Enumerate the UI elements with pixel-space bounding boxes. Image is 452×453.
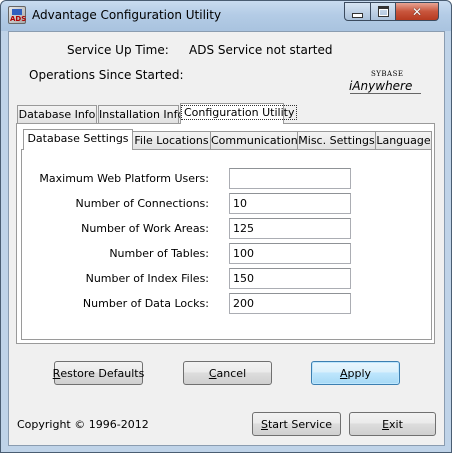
connections-field[interactable] (229, 193, 351, 214)
tab-communications[interactable]: Communications (210, 131, 303, 150)
window-title: Advantage Configuration Utility (32, 8, 222, 22)
close-button[interactable] (395, 2, 439, 21)
service-up-time-label: Service Up Time: (67, 43, 169, 57)
sybase-logo-text: SYBASE (371, 70, 404, 78)
work-areas-field[interactable] (229, 218, 351, 239)
service-up-time-value: ADS Service not started (189, 43, 333, 57)
index-files-field[interactable] (229, 268, 351, 289)
cancel-button[interactable]: Cancel (183, 361, 272, 385)
max-web-users-label: Maximum Web Platform Users: (39, 172, 209, 185)
app-icon[interactable]: ADS (8, 6, 26, 24)
tables-label: Number of Tables: (109, 247, 209, 260)
tab-file-locations[interactable]: File Locations (132, 131, 211, 150)
start-service-button[interactable]: Start Service (252, 412, 341, 436)
work-areas-label: Number of Work Areas: (81, 222, 209, 235)
tab-database-settings[interactable]: Database Settings (23, 129, 133, 150)
title-bar[interactable]: ADS Advantage Configuration Utility (1, 1, 451, 31)
tables-field[interactable] (229, 243, 351, 264)
app-window: ADS Advantage Configuration Utility Serv… (0, 0, 452, 453)
maximize-button[interactable] (370, 2, 396, 21)
tab-database-info[interactable]: Database Info (17, 105, 97, 124)
database-settings-panel: Maximum Web Platform Users: Number of Co… (21, 149, 432, 340)
data-locks-label: Number of Data Locks: (82, 297, 209, 310)
configuration-panel: Database Settings File Locations Communi… (16, 123, 435, 344)
apply-button[interactable]: Apply (311, 361, 400, 385)
tab-misc-settings[interactable]: Misc. Settings (297, 131, 376, 150)
ianywhere-logo: iAnywhere (349, 79, 413, 93)
tab-installation-info[interactable]: Installation Info (98, 105, 184, 124)
logo-underline (350, 93, 421, 94)
exit-button[interactable]: Exit (349, 412, 436, 436)
client-area: Service Up Time: ADS Service not started… (8, 31, 445, 446)
data-locks-field[interactable] (229, 293, 351, 314)
minimize-button[interactable] (344, 2, 371, 21)
copyright-text: Copyright © 1996-2012 (17, 418, 149, 431)
index-files-label: Number of Index Files: (85, 272, 209, 285)
restore-defaults-button[interactable]: Restore Defaults (53, 361, 144, 385)
operations-since-started-label: Operations Since Started: (29, 68, 184, 82)
max-web-users-field[interactable] (229, 168, 351, 189)
connections-label: Number of Connections: (75, 197, 209, 210)
tab-configuration-utility[interactable]: Configuration Utility (180, 103, 298, 124)
tab-language[interactable]: Language (375, 131, 432, 150)
